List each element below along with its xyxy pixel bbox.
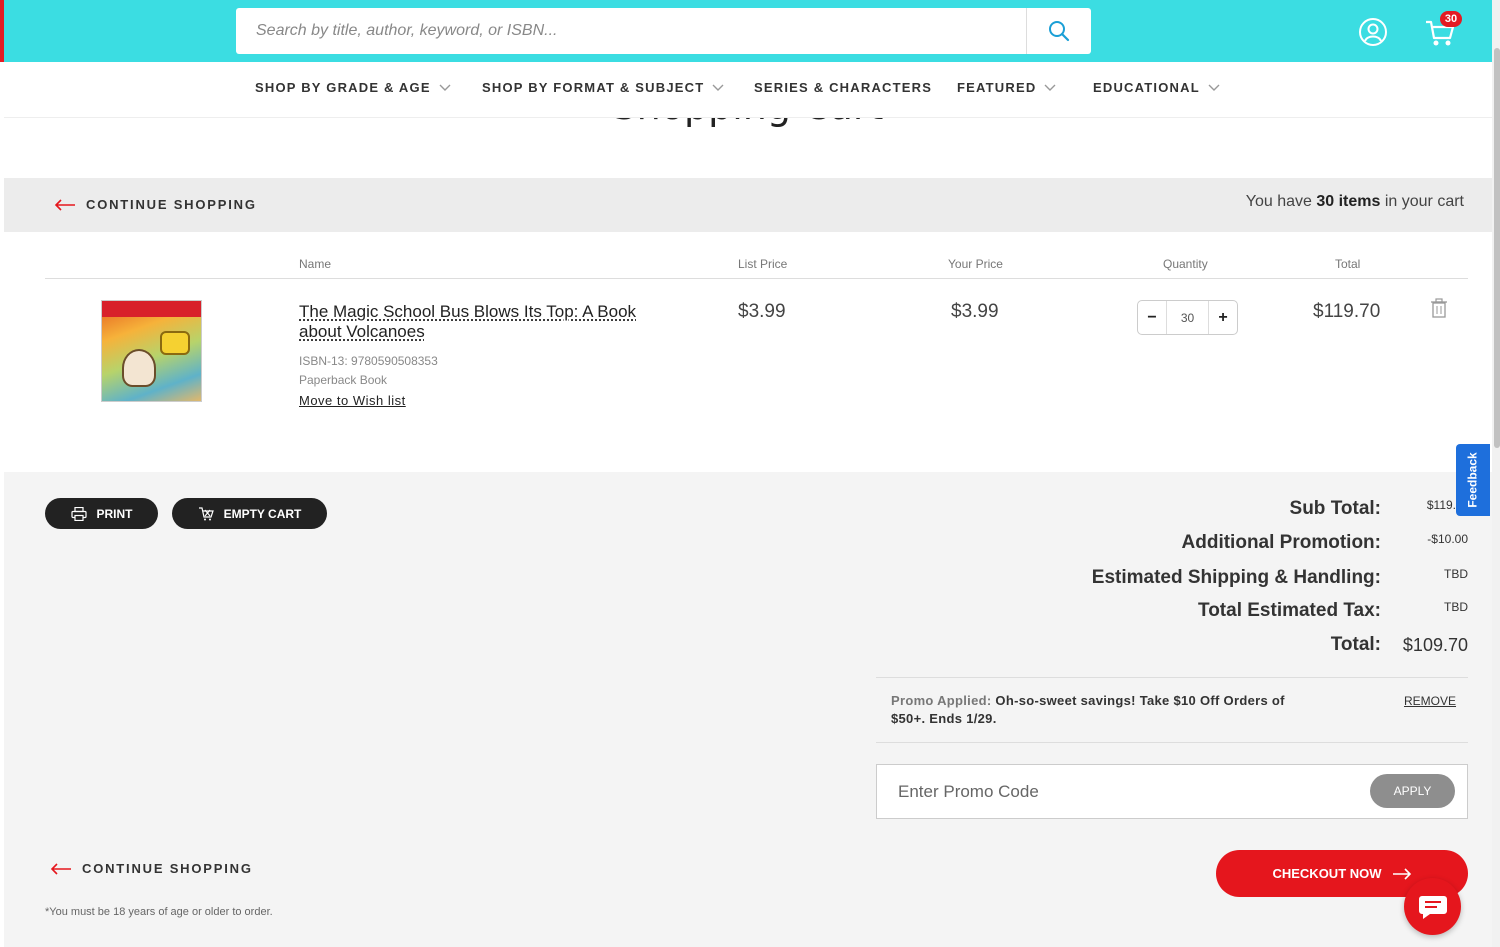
your-price: $3.99 [951, 301, 999, 322]
search-input[interactable] [236, 8, 1026, 54]
nav-shop-by-grade[interactable]: SHOP BY GRADE & AGE [255, 80, 451, 95]
line-total: $119.70 [1313, 301, 1381, 322]
page-title: Shopping Cart [4, 118, 1492, 128]
nav-series-characters[interactable]: SERIES & CHARACTERS [754, 80, 932, 95]
print-button[interactable]: PRINT [45, 498, 158, 529]
feedback-label: Feedback [1466, 452, 1481, 508]
count-value: 30 items [1316, 193, 1381, 210]
printer-icon [70, 506, 87, 521]
trash-icon[interactable] [1430, 298, 1448, 318]
col-total: Total [1335, 257, 1361, 271]
scrollbar-thumb[interactable] [1494, 48, 1500, 448]
book-cover-image[interactable] [101, 300, 202, 402]
arrow-left-icon [50, 862, 71, 875]
nav-label: SERIES & CHARACTERS [754, 80, 933, 95]
col-your-price: Your Price [948, 257, 1003, 271]
page-title-clip: Shopping Cart [4, 118, 1492, 140]
total-label: Total: [1330, 634, 1381, 655]
feedback-tab[interactable]: Feedback [1456, 444, 1490, 516]
empty-cart-button[interactable]: EMPTY CART [172, 498, 327, 529]
chevron-down-icon [439, 84, 451, 91]
count-prefix: You have [1245, 193, 1312, 210]
checkout-label: CHECKOUT NOW [1272, 866, 1382, 881]
apply-promo-button[interactable]: APPLY [1370, 774, 1455, 808]
promo-code-box: APPLY [876, 764, 1468, 819]
empty-cart-label: EMPTY CART [223, 506, 302, 521]
promo-applied-text: Promo Applied: Oh-so-sweet savings! Take… [891, 692, 1321, 728]
continue-shopping-link[interactable]: CONTINUE SHOPPING [54, 197, 257, 212]
age-requirement-note: *You must be 18 years of age or older to… [45, 906, 273, 918]
tax-label: Total Estimated Tax: [1198, 600, 1381, 621]
nav-label: EDUCATIONAL [1093, 80, 1200, 95]
promo-applied-box: Promo Applied: Oh-so-sweet savings! Take… [876, 677, 1468, 743]
remove-promo-link[interactable]: REMOVE [1404, 694, 1456, 708]
shipping-value: TBD [1444, 567, 1468, 581]
nav-featured[interactable]: FEATURED [957, 80, 1056, 95]
search-box [236, 8, 1091, 54]
promotion-value: -$10.00 [1427, 532, 1468, 546]
chevron-down-icon [1044, 84, 1056, 91]
nav-label: SHOP BY FORMAT & SUBJECT [482, 80, 705, 95]
main-nav: SHOP BY GRADE & AGE SHOP BY FORMAT & SUB… [4, 62, 1492, 118]
col-name: Name [299, 257, 332, 271]
continue-shopping-label: CONTINUE SHOPPING [86, 197, 257, 212]
promotion-label: Additional Promotion: [1181, 532, 1381, 553]
brand-stripe [0, 0, 4, 62]
quantity-increment-button[interactable]: + [1209, 301, 1237, 334]
book-format: Paperback Book [299, 373, 388, 387]
nav-label: SHOP BY GRADE & AGE [255, 80, 431, 95]
count-suffix: in your cart [1384, 193, 1464, 210]
chat-icon [1418, 895, 1447, 919]
shipping-label: Estimated Shipping & Handling: [1091, 567, 1381, 588]
tax-value: TBD [1444, 600, 1468, 614]
nav-shop-by-format[interactable]: SHOP BY FORMAT & SUBJECT [482, 80, 724, 95]
promo-applied-label: Promo Applied: [891, 693, 992, 708]
continue-shopping-link-bottom[interactable]: CONTINUE SHOPPING [50, 861, 253, 876]
subtotal-label: Sub Total: [1289, 498, 1381, 519]
arrow-right-icon [1392, 867, 1411, 880]
move-to-wishlist-link[interactable]: Move to Wish list [299, 393, 406, 408]
search-icon [1049, 21, 1070, 42]
search-button[interactable] [1026, 8, 1091, 54]
chevron-down-icon [712, 84, 724, 91]
cart-count-badge: 30 [1440, 11, 1462, 27]
quantity-stepper: − + [1137, 300, 1238, 335]
book-isbn: ISBN-13: 9780590508353 [299, 354, 438, 368]
list-price: $3.99 [738, 301, 786, 322]
nav-label: FEATURED [957, 80, 1037, 95]
chevron-down-icon [1208, 84, 1220, 91]
account-icon[interactable] [1358, 17, 1388, 47]
quantity-input[interactable] [1166, 301, 1209, 334]
total-value: $109.70 [1402, 635, 1468, 655]
chat-button[interactable] [1404, 878, 1461, 935]
cart-summary-bar: CONTINUE SHOPPING You have 30 items in y… [4, 178, 1492, 232]
promo-code-input[interactable] [877, 765, 1357, 818]
print-label: PRINT [96, 506, 133, 521]
cart-table-header: Name List Price Your Price Quantity Tota… [45, 254, 1468, 279]
col-quantity: Quantity [1163, 257, 1208, 271]
book-title-link[interactable]: The Magic School Bus Blows Its Top: A Bo… [299, 302, 644, 342]
continue-shopping-label: CONTINUE SHOPPING [82, 861, 253, 876]
nav-educational[interactable]: EDUCATIONAL [1093, 80, 1220, 95]
col-list-price: List Price [738, 257, 788, 271]
cart-item-count: You have 30 items in your cart [1246, 193, 1464, 211]
empty-cart-icon [198, 506, 214, 520]
arrow-left-icon [54, 198, 75, 211]
quantity-decrement-button[interactable]: − [1138, 301, 1166, 334]
subtotal-value: $119. [1426, 498, 1456, 512]
